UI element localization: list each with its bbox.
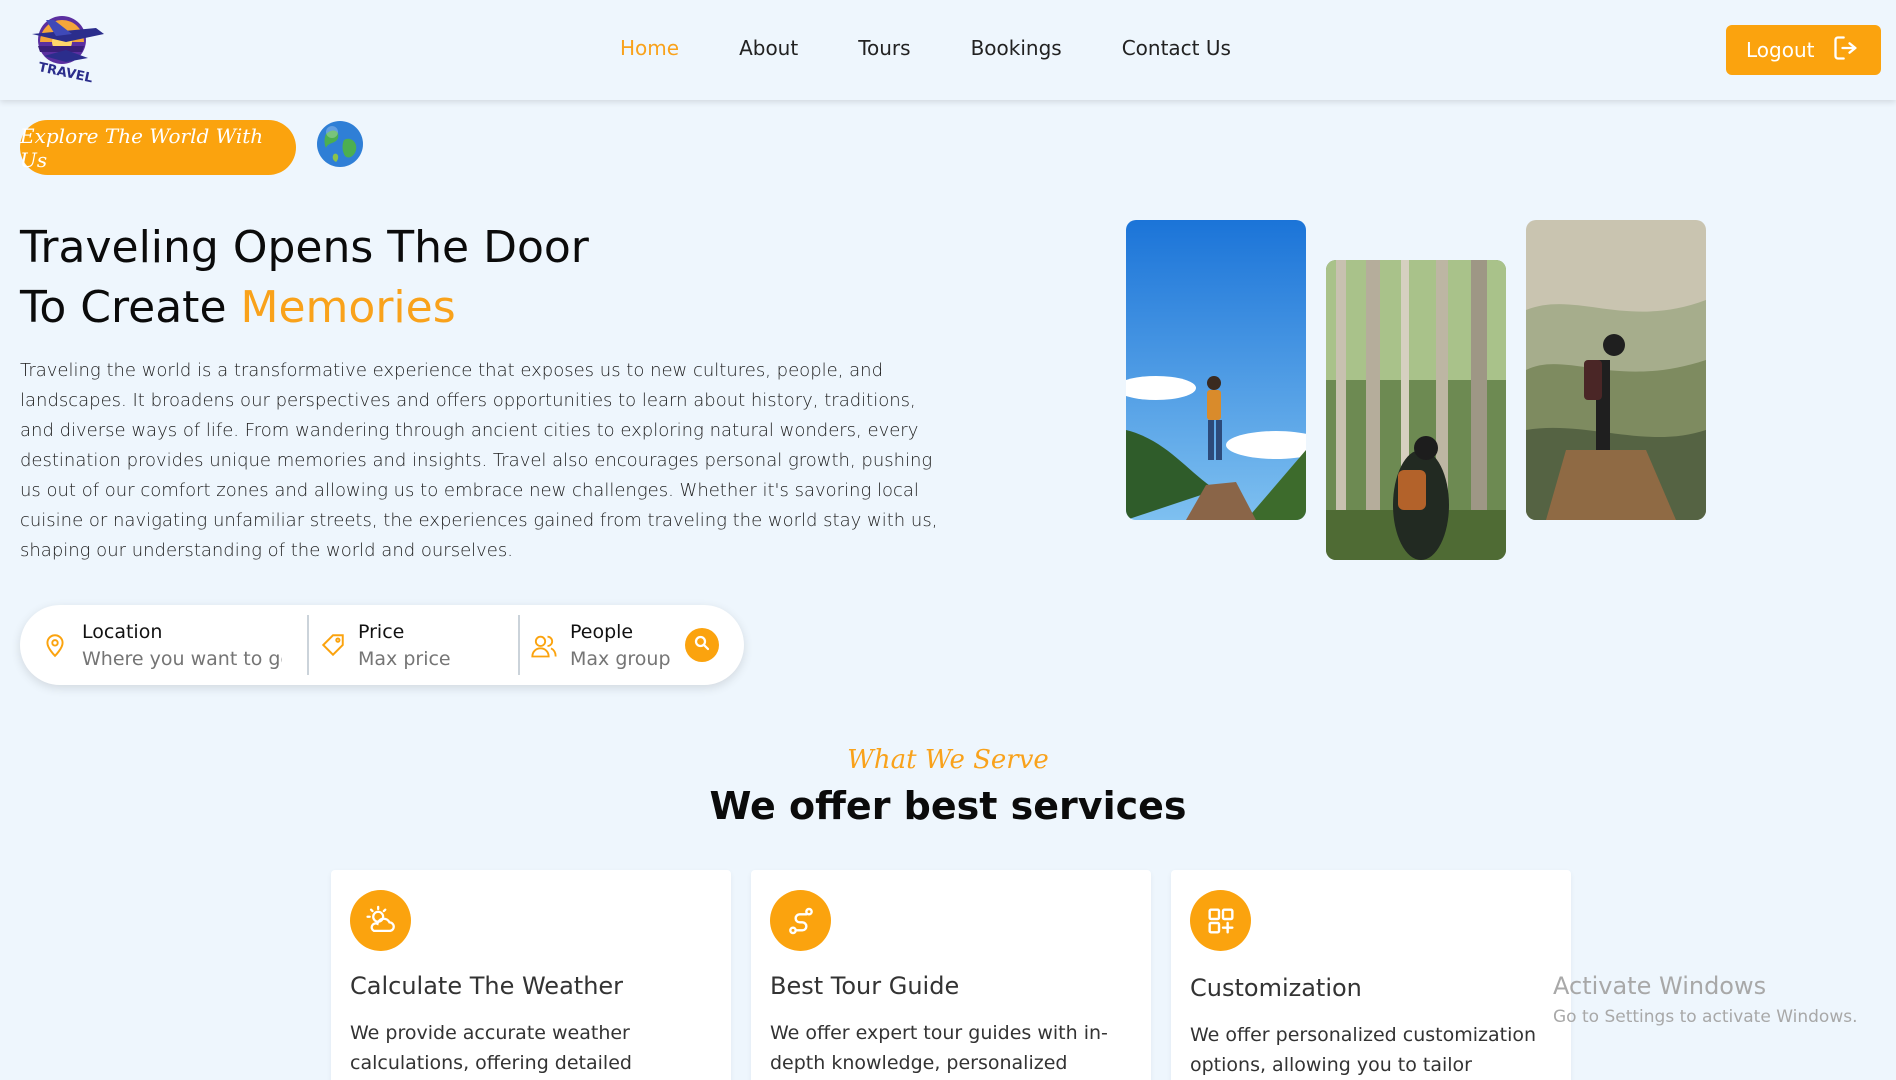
services-subtitle: What We Serve [847,745,1049,775]
search-icon [693,634,711,656]
search-divider [518,615,520,675]
route-icon [770,890,831,951]
logout-button[interactable]: Logout [1726,25,1881,75]
price-label: Price [358,621,405,643]
activate-windows-watermark: Activate Windows [1553,972,1767,1000]
service-card-title: Best Tour Guide [770,972,960,1000]
hero-image-forest-hiker [1326,260,1506,560]
location-input[interactable] [82,648,282,670]
location-label: Location [82,621,163,643]
top-navbar: TRAVEL Home About Tours Bookings Contact… [0,0,1896,100]
price-input[interactable] [358,648,508,670]
nav-tours[interactable]: Tours [858,36,910,66]
nav-about[interactable]: About [739,36,798,66]
hero-title-accent: Memories [240,282,456,333]
hero-title: Traveling Opens The Door To Create Memor… [20,218,720,338]
service-card[interactable]: Calculate The Weather We provide accurat… [331,870,731,1080]
explore-pill: Explore The World With Us [20,120,296,175]
services-title: We offer best services [709,784,1187,828]
people-field[interactable]: People [530,615,680,675]
nav-home[interactable]: Home [620,36,679,66]
nav-contact-us[interactable]: Contact Us [1122,36,1231,66]
hero-title-line1: Traveling Opens The Door [20,222,589,273]
travel-logo[interactable]: TRAVEL [26,12,110,86]
service-card-text: We offer personalized customization opti… [1190,1024,1537,1076]
service-card-title: Calculate The Weather [350,972,624,1000]
hero-image-misty-hiker [1526,220,1706,520]
people-label: People [570,621,634,643]
price-tag-icon [320,632,346,658]
service-card[interactable]: Customization We offer personalized cust… [1171,870,1571,1080]
logout-icon [1832,34,1860,67]
hero-title-line2: To Create [20,282,241,333]
search-divider [307,615,309,675]
weather-icon [350,890,411,951]
search-bar: Location Price People [20,605,744,685]
location-pin-icon [42,632,68,658]
activate-windows-hint: Go to Settings to activate Windows. [1553,1007,1858,1027]
location-field[interactable]: Location [42,615,312,675]
service-card[interactable]: Best Tour Guide We offer expert tour gui… [751,870,1151,1080]
service-card-title: Customization [1190,974,1362,1002]
hero-paragraph: Traveling the world is a transformative … [20,360,938,561]
people-input[interactable] [570,648,680,670]
nav-bookings[interactable]: Bookings [971,36,1062,66]
hero-image-mountain-hiker [1126,220,1306,520]
service-card-text: We provide accurate weather calculations… [350,1022,632,1074]
people-icon [530,632,557,658]
main-nav: Home About Tours Bookings Contact Us [620,36,1291,66]
logout-label: Logout [1746,38,1815,62]
globe-icon [316,120,364,168]
search-button[interactable] [685,628,719,662]
grid-plus-icon [1190,890,1251,951]
price-field[interactable]: Price [320,615,520,675]
service-card-text: We offer expert tour guides with in-dept… [770,1022,1108,1074]
